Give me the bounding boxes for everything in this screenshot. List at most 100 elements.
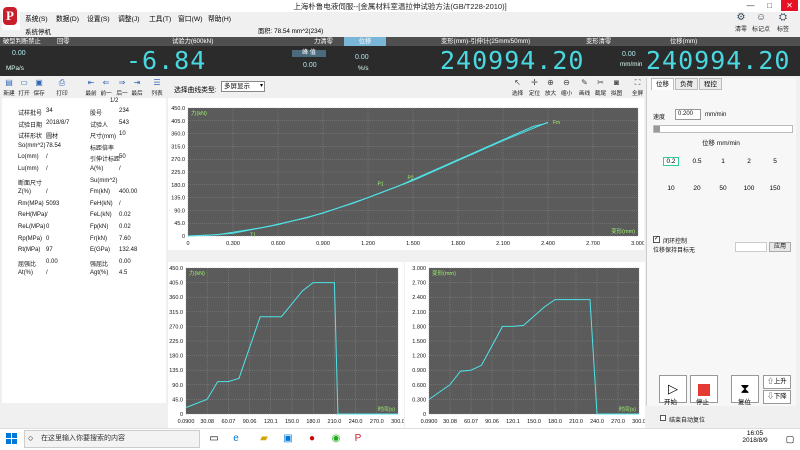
param-value[interactable]: 2018/8/7	[46, 120, 69, 126]
restore-button[interactable]: □	[761, 0, 778, 11]
force-time-chart[interactable]: 0.0900 30.08 60.07 90.06 120.1 150.0 180.0 210.…	[168, 262, 404, 428]
task-view-icon[interactable]: ▭	[206, 431, 222, 447]
param-value[interactable]: 0	[46, 236, 49, 242]
wechat-icon[interactable]: ◉	[328, 431, 344, 447]
fullscreen-button[interactable]: ⛶ 全屏	[629, 78, 646, 97]
auto-reset-checkbox[interactable]	[660, 415, 666, 421]
param-value[interactable]: /	[119, 166, 121, 172]
new-button[interactable]: ▤ 新建	[2, 78, 16, 97]
open-button[interactable]: ▭ 打开	[17, 78, 31, 97]
speed-option-50[interactable]: 50	[715, 185, 731, 192]
param-value[interactable]: 0.00	[119, 259, 131, 265]
zoom-out-button[interactable]: ⊖ 缩小	[558, 78, 575, 97]
param-value[interactable]: 50	[119, 154, 126, 160]
tab-displacement[interactable]: 位移	[651, 78, 674, 90]
param-value[interactable]: /	[119, 201, 121, 207]
param-value[interactable]: 7.60	[119, 236, 131, 242]
menu-data[interactable]: 数据(D)	[56, 13, 79, 23]
up-button[interactable]: ⇧上升	[763, 375, 791, 389]
speed-option-2[interactable]: 2	[741, 158, 757, 165]
speed-option-1[interactable]: 1	[715, 158, 731, 165]
select-tool-button[interactable]: ↖ 选择	[509, 78, 526, 97]
speed-option-10[interactable]: 10	[663, 185, 679, 192]
app-taskbar-icon[interactable]: P	[350, 431, 366, 447]
menu-adjust[interactable]: 调整(J)	[118, 13, 140, 23]
param-value[interactable]: /	[46, 166, 48, 172]
param-value[interactable]: 97	[46, 247, 53, 253]
param-value[interactable]: /	[46, 270, 48, 276]
taskbar-search-input[interactable]: 在这里输入你要搜索的内容	[24, 430, 200, 448]
param-value[interactable]: 234	[119, 108, 129, 114]
return-zero-button[interactable]: 回零	[57, 37, 70, 46]
force-zero-button[interactable]: 力清零	[314, 37, 333, 46]
break-judge-label[interactable]: 破型判断禁止	[3, 37, 41, 46]
menu-window[interactable]: 窗口(W)	[178, 13, 203, 23]
prev-record-button[interactable]: ⇐ 前一	[99, 78, 113, 97]
param-value[interactable]: 543	[119, 120, 129, 126]
speed-option-0-2[interactable]: 0.2	[663, 157, 679, 166]
speed-slider[interactable]	[653, 125, 793, 133]
app-icon-1[interactable]: ●	[304, 431, 320, 447]
close-button[interactable]: ✕	[781, 0, 798, 11]
save-button[interactable]: ▣ 保存	[32, 78, 46, 97]
windows-start-icon[interactable]	[6, 433, 18, 445]
tag-button[interactable]: ⛭ 标签	[770, 12, 796, 36]
last-record-button[interactable]: ⇥ 最后	[130, 78, 144, 97]
speed-option-100[interactable]: 100	[741, 185, 757, 192]
menu-system[interactable]: 系统(S)	[25, 13, 48, 23]
print-button[interactable]: ⎙ 打印	[55, 78, 69, 97]
file-explorer-icon[interactable]: ▰	[256, 431, 272, 447]
param-value[interactable]: 78.54	[46, 143, 61, 149]
y-tick-label: 45.0	[172, 397, 183, 403]
mark-point-label: 标记点	[751, 27, 770, 33]
next-record-button[interactable]: ⇒ 后一	[115, 78, 129, 97]
zoom-in-button[interactable]: ⊕ 放大	[542, 78, 559, 97]
param-value[interactable]: 10	[119, 131, 126, 137]
speed-option-150[interactable]: 150	[767, 185, 783, 192]
param-value[interactable]: 34	[46, 108, 53, 114]
peak-mode-box[interactable]: 峰 值	[292, 50, 326, 57]
param-value[interactable]: 圆材	[46, 131, 58, 140]
draw-line-button[interactable]: ✎ 画线	[576, 78, 593, 97]
edge-icon[interactable]: e	[228, 431, 244, 447]
param-value[interactable]: 0	[46, 224, 49, 230]
hold-target-input[interactable]	[735, 242, 767, 252]
speed-input[interactable]: 0.200	[675, 109, 701, 120]
closed-loop-checkbox[interactable]: ✓	[653, 236, 660, 243]
locate-tool-button[interactable]: ✛ 定位	[526, 78, 543, 97]
param-value[interactable]: 4.5	[119, 270, 127, 276]
notification-icon[interactable]: ▢	[782, 431, 798, 447]
param-value[interactable]: 0.02	[119, 224, 131, 230]
param-value[interactable]: 132.48	[119, 247, 137, 253]
minimize-button[interactable]: —	[742, 0, 759, 11]
param-value[interactable]: /	[46, 154, 48, 160]
tab-load[interactable]: 负荷	[675, 78, 698, 90]
param-value[interactable]: /	[46, 189, 48, 195]
force-deformation-chart[interactable]: 0 0.300 0.600 0.900 1.200 1.500 1.800 2.100 2.40…	[168, 98, 644, 250]
param-value[interactable]: 0.00	[46, 259, 58, 265]
down-button[interactable]: ⇩下降	[763, 390, 791, 404]
deformation-zero-button[interactable]: 变形清零	[586, 37, 611, 46]
list-button[interactable]: ☰ 列表	[150, 78, 164, 97]
param-value[interactable]: 0.02	[119, 212, 131, 218]
displacement-mode-button[interactable]: 位移	[344, 37, 386, 46]
first-record-button[interactable]: ⇤ 最前	[84, 78, 98, 97]
trim-tail-button[interactable]: ✂ 截尾	[592, 78, 609, 97]
speed-slider-thumb[interactable]	[654, 126, 660, 132]
speed-option-5[interactable]: 5	[767, 158, 783, 165]
speed-option-0-5[interactable]: 0.5	[689, 158, 705, 165]
apply-button[interactable]: 应用	[769, 242, 791, 252]
system-clock[interactable]: 16:05 2018/8/9	[730, 430, 780, 444]
menu-settings[interactable]: 设置(S)	[87, 13, 110, 23]
snapshot-button[interactable]: ◙ 拟图	[608, 78, 625, 97]
param-value[interactable]: /	[46, 212, 48, 218]
speed-option-20[interactable]: 20	[689, 185, 705, 192]
param-value[interactable]: 400.00	[119, 189, 137, 195]
deformation-time-chart[interactable]: 0.0900 30.08 60.07 90.06 120.1 150.0 180.0 210.…	[405, 262, 645, 428]
tab-program[interactable]: 程控	[699, 78, 722, 90]
param-value[interactable]: 5093	[46, 201, 59, 207]
menu-tools[interactable]: 工具(T)	[149, 13, 171, 23]
menu-help[interactable]: 帮助(H)	[208, 13, 231, 23]
store-icon[interactable]: ▣	[280, 431, 296, 447]
curve-type-select[interactable]: 多屏显示 ▾	[221, 81, 265, 92]
